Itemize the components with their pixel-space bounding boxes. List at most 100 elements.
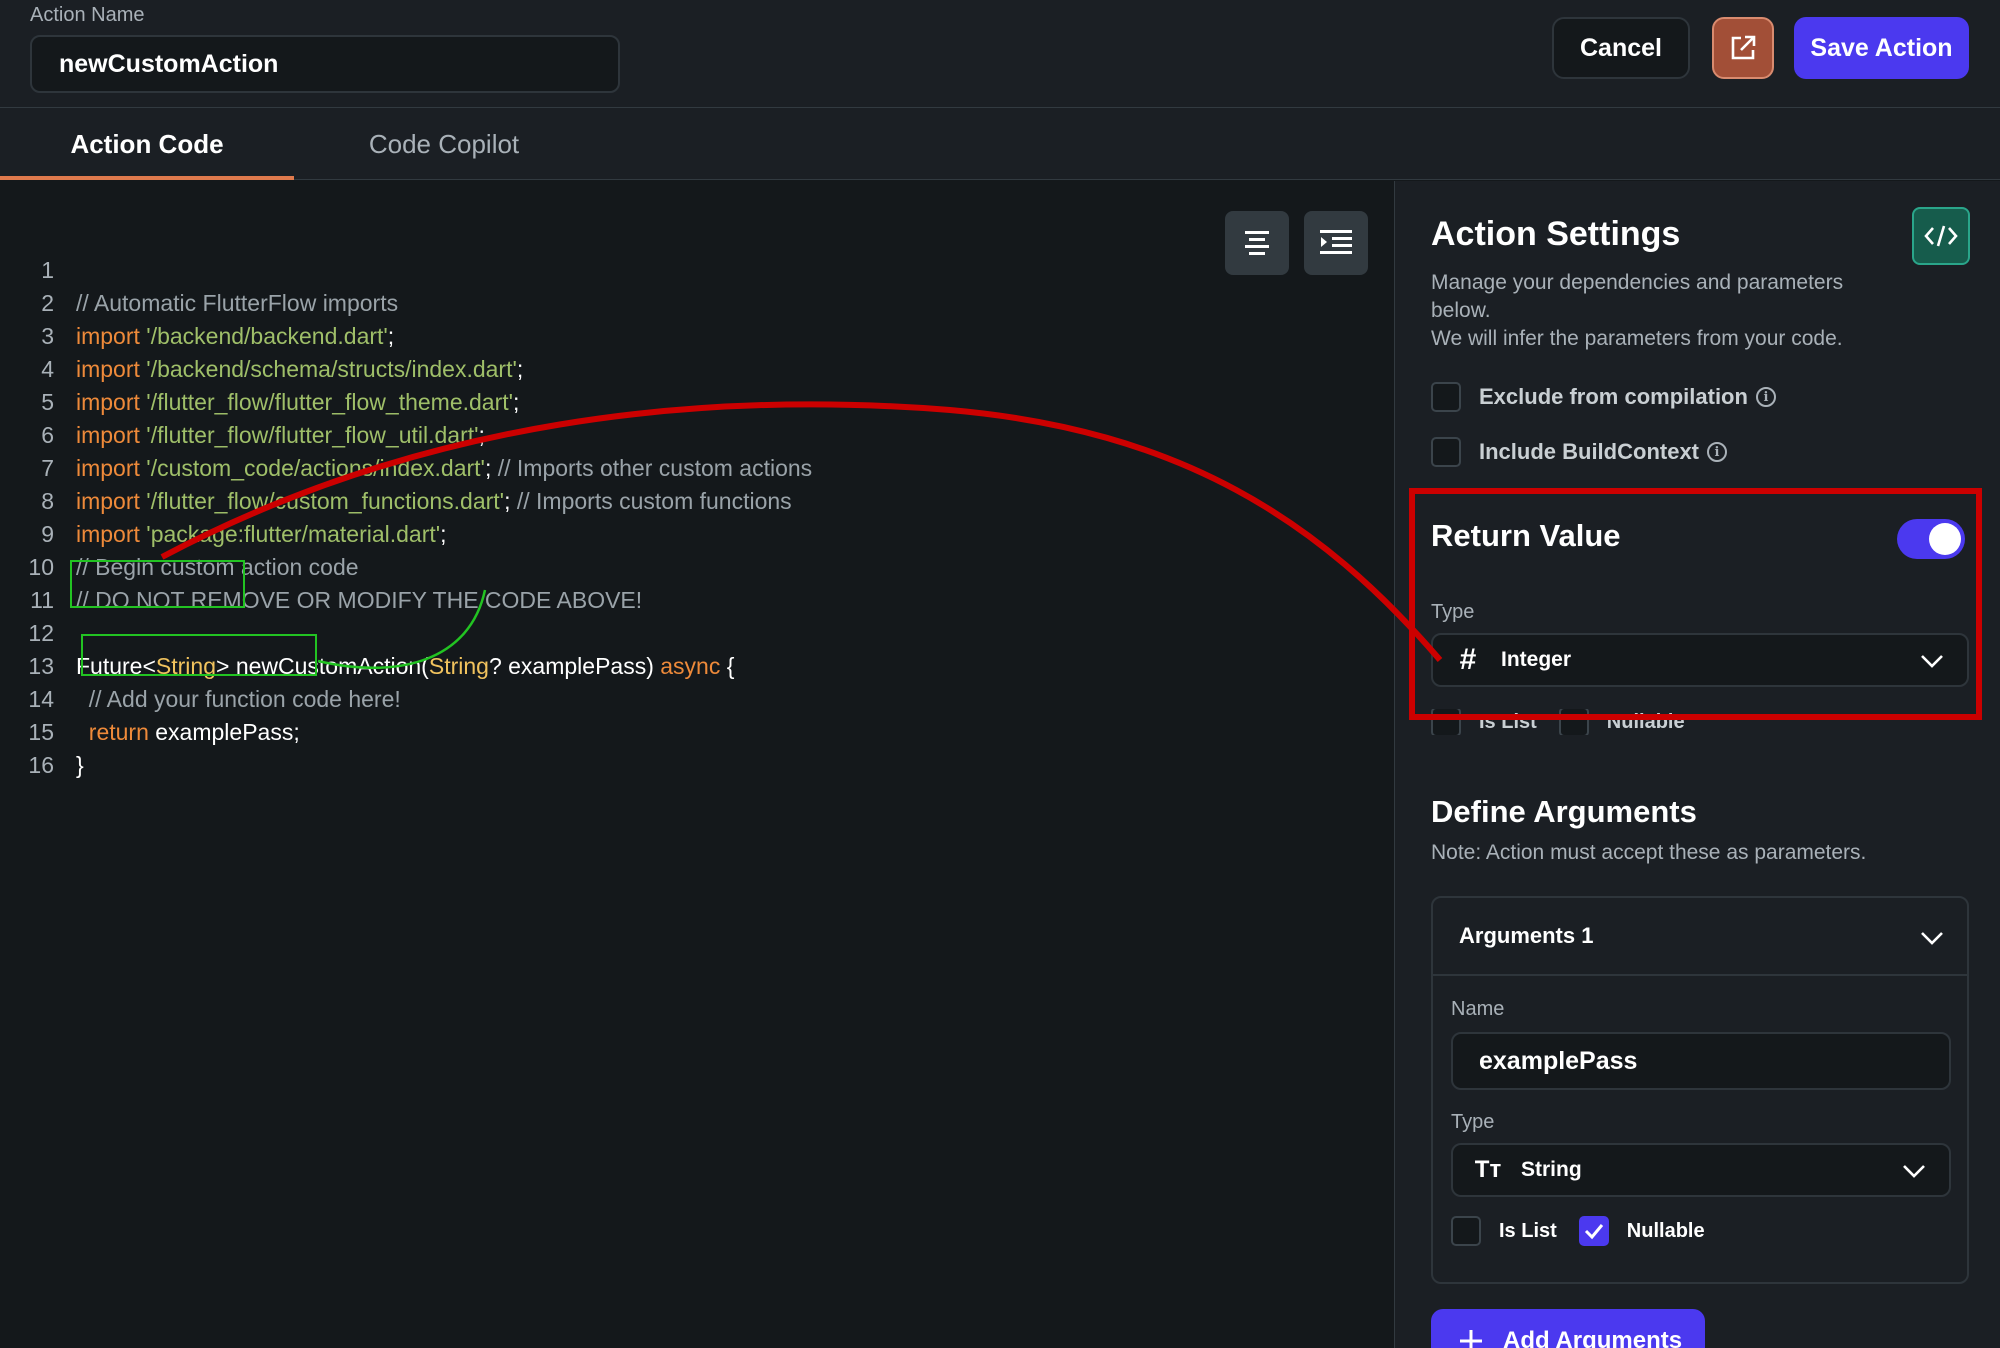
code-line: 10 // DO NOT REMOVE OR MODIFY THE CODE A… — [0, 518, 642, 613]
define-arguments-title: Define Arguments — [1431, 794, 1697, 829]
argument-header[interactable]: Arguments 1 — [1433, 898, 1967, 976]
code-comment: // Imports other custom actions — [491, 455, 813, 481]
code-param: ? examplePass) — [488, 653, 661, 679]
code-comment: // DO NOT REMOVE OR MODIFY THE CODE ABOV… — [76, 587, 643, 613]
code-punct: ; — [478, 422, 485, 448]
info-icon[interactable]: i — [1755, 387, 1776, 407]
exclude-from-compilation-label: Exclude from compilation — [1479, 384, 1748, 409]
code-line: 5 import '/flutter_flow/flutter_flow_uti… — [0, 353, 485, 448]
code-line: 3 import '/backend/schema/structs/index.… — [0, 287, 523, 382]
view-code-button[interactable] — [1912, 207, 1970, 265]
code-text: examplePass; — [148, 719, 300, 745]
code-line: 9 // Begin custom action code — [0, 485, 358, 580]
include-buildcontext-checkbox[interactable] — [1431, 437, 1461, 467]
checkmark-icon — [1584, 1224, 1603, 1240]
add-arguments-label: Add Arguments — [1503, 1327, 1683, 1348]
tab-code-copilot[interactable]: Code Copilot — [294, 108, 594, 180]
action-settings-description: Manage your dependencies and parameters … — [1431, 269, 1901, 353]
return-nullable-label: Nullable — [1606, 710, 1685, 733]
exclude-from-compilation-checkbox[interactable] — [1431, 382, 1461, 412]
code-string: '/flutter_flow/flutter_flow_util.dart' — [146, 422, 479, 448]
code-comment: // Automatic FlutterFlow imports — [76, 290, 399, 316]
argument-card: Arguments 1 Name examplePass Type Tт Str… — [1431, 896, 1969, 1284]
code-string: '/backend/schema/structs/index.dart' — [146, 356, 517, 382]
chevron-down-icon — [1921, 932, 1943, 945]
code-keyword: import — [76, 455, 140, 481]
argument-type-value: String — [1521, 1158, 1582, 1181]
line-number: 16 — [28, 752, 54, 778]
editor-tabs: Action Code Code Copilot — [0, 108, 2000, 180]
code-string: '/flutter_flow/custom_functions.dart' — [146, 488, 505, 514]
return-options-row: Is List Nullable — [1431, 709, 1685, 735]
code-keyword: import — [76, 389, 140, 415]
code-text: > — [216, 653, 230, 679]
code-type: String — [428, 653, 489, 679]
code-function-name: newCustomAction( — [229, 653, 429, 679]
code-line: 14 return examplePass; — [0, 650, 299, 745]
tab-action-code[interactable]: Action Code — [0, 108, 294, 180]
plus-icon — [1460, 1330, 1482, 1348]
code-line: 11 — [0, 551, 54, 613]
action-settings-panel: Action Settings Manage your dependencies… — [1394, 181, 2000, 1348]
code-keyword: import — [76, 422, 140, 448]
code-comment: // Begin custom action code — [76, 554, 359, 580]
open-external-button[interactable] — [1712, 17, 1774, 79]
argument-type-dropdown[interactable]: Tт String — [1451, 1143, 1951, 1197]
chevron-down-icon — [1921, 655, 1943, 668]
format-code-button[interactable] — [1225, 211, 1289, 275]
code-comment: // Add your function code here! — [76, 686, 401, 712]
argument-options-row: Is List Nullable — [1451, 1216, 1705, 1246]
cancel-button[interactable]: Cancel — [1552, 17, 1690, 79]
save-action-button[interactable]: Save Action — [1794, 17, 1969, 79]
return-value-title: Return Value — [1431, 518, 1621, 553]
code-line: 16 — [0, 716, 54, 778]
header-bar: Action Name newCustomAction Cancel Save … — [0, 0, 2000, 108]
description-line: We will infer the parameters from your c… — [1431, 327, 1843, 350]
align-center-icon — [1245, 231, 1269, 255]
indent-icon — [1320, 230, 1352, 254]
code-line: 7 import '/flutter_flow/custom_functions… — [0, 419, 791, 514]
code-editor[interactable]: 1 // Automatic FlutterFlow imports 2 imp… — [0, 181, 1393, 1348]
indent-code-button[interactable] — [1304, 211, 1368, 275]
code-keyword: import — [76, 521, 140, 547]
code-string: '/backend/backend.dart' — [146, 323, 388, 349]
code-punct: ; — [440, 521, 447, 547]
return-value-toggle[interactable] — [1897, 519, 1965, 559]
code-keyword: import — [76, 356, 140, 382]
code-string: '/custom_code/actions/index.dart' — [146, 455, 485, 481]
add-arguments-button[interactable]: Add Arguments — [1431, 1309, 1705, 1348]
argument-name-label: Name — [1451, 998, 1505, 1020]
external-link-icon — [1731, 35, 1756, 60]
code-comment: // Imports custom functions — [510, 488, 792, 514]
code-text: Future< — [76, 653, 156, 679]
argument-title: Arguments 1 — [1459, 923, 1594, 948]
code-punct: { — [720, 653, 735, 679]
custom-action-editor: Action Name newCustomAction Cancel Save … — [0, 0, 2000, 1348]
code-line: 2 import '/backend/backend.dart'; — [0, 254, 394, 349]
argument-is-list-checkbox[interactable] — [1451, 1216, 1481, 1246]
code-keyword: async — [660, 653, 721, 679]
code-punct: ; — [516, 356, 524, 382]
code-line: 8 import 'package:flutter/material.dart'… — [0, 452, 446, 547]
code-line: 13 // Add your function code here! — [0, 617, 400, 712]
action-settings-title: Action Settings — [1431, 215, 1681, 253]
return-nullable-checkbox[interactable] — [1558, 709, 1589, 735]
action-name-input[interactable]: newCustomAction — [30, 35, 620, 93]
info-icon[interactable]: i — [1707, 442, 1727, 462]
code-line: 15 } — [0, 683, 83, 778]
code-line: 12 Future<String> newCustomAction(String… — [0, 584, 734, 679]
code-line: 4 import '/flutter_flow/flutter_flow_the… — [0, 320, 519, 415]
action-name-label: Action Name — [30, 4, 145, 26]
text-type-icon: Tт — [1474, 1156, 1502, 1183]
code-string: 'package:flutter/material.dart' — [146, 521, 441, 547]
code-keyword: import — [76, 488, 140, 514]
return-is-list-checkbox[interactable] — [1431, 709, 1461, 735]
hash-icon: # — [1459, 643, 1477, 676]
code-brackets-icon — [1924, 225, 1958, 247]
return-type-dropdown[interactable]: # Integer — [1431, 633, 1969, 687]
include-buildcontext-row: Include BuildContext i — [1431, 437, 1727, 467]
argument-name-input[interactable]: examplePass — [1451, 1032, 1951, 1090]
argument-nullable-label: Nullable — [1626, 1219, 1705, 1242]
description-line: Manage your dependencies and parameters … — [1431, 271, 1844, 322]
argument-nullable-checkbox[interactable] — [1578, 1216, 1609, 1246]
